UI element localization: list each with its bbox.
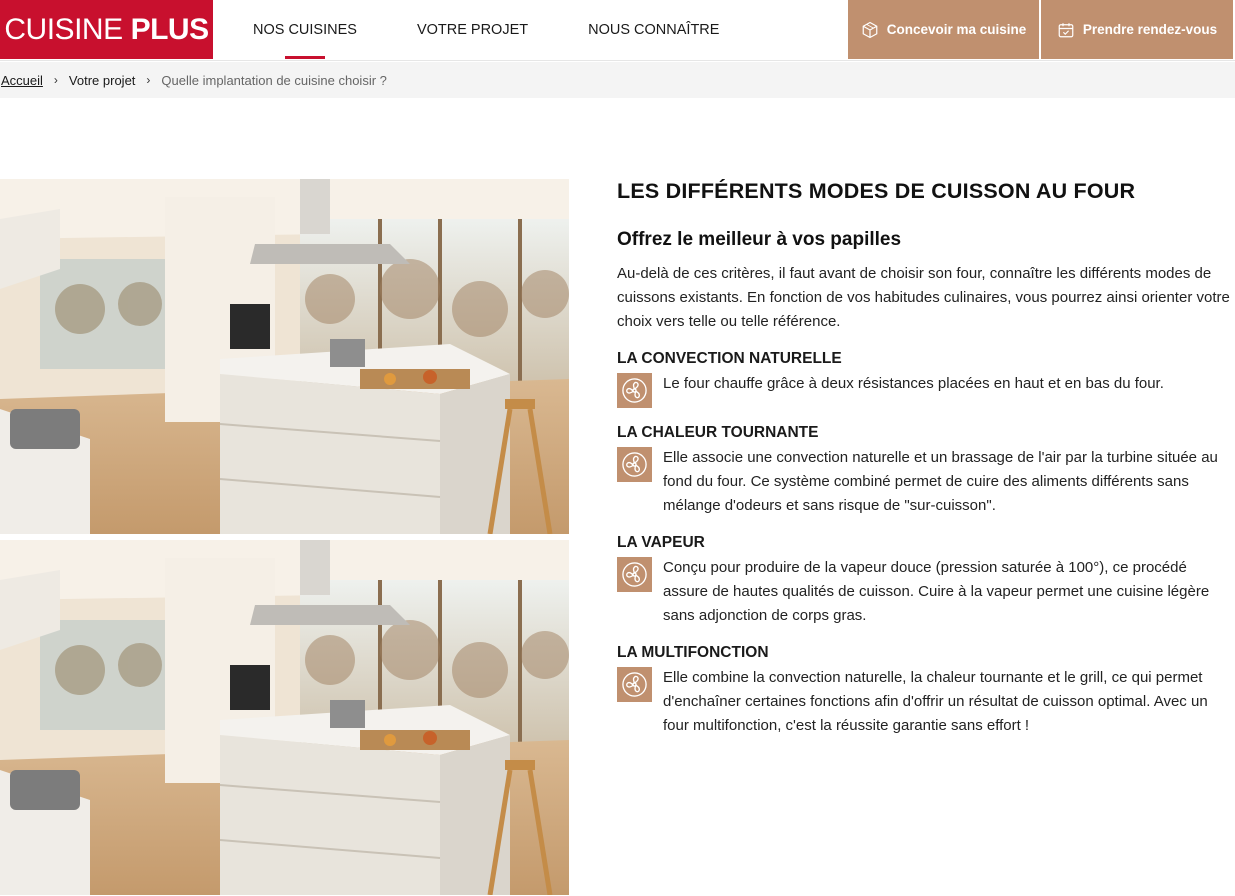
nav-item-votre-projet[interactable]: VOTRE PROJET — [387, 0, 558, 59]
appointment-button[interactable]: Prendre rendez-vous — [1041, 0, 1233, 59]
cooking-mode-description: Elle combine la convection naturelle, la… — [663, 669, 1208, 734]
breadcrumb-current: Quelle implantation de cuisine choisir ? — [161, 72, 387, 88]
cooking-mode-description: Conçu pour produire de la vapeur douce (… — [663, 559, 1210, 624]
cooking-mode-item: LA CHALEUR TOURNANTE Elle associe une co… — [617, 422, 1232, 518]
cooking-mode-description: Elle associe une convection naturelle et… — [663, 449, 1218, 514]
nav-item-nos-cuisines[interactable]: NOS CUISINES — [223, 0, 387, 59]
breadcrumb: Accueil › Votre projet › Quelle implanta… — [0, 62, 1235, 98]
cooking-mode-item: LA VAPEUR Conçu pour produire de la vape… — [617, 532, 1232, 628]
design-kitchen-button[interactable]: Concevoir ma cuisine — [848, 0, 1039, 59]
kitchen-photo — [0, 540, 569, 895]
appointment-label: Prendre rendez-vous — [1082, 22, 1218, 37]
cooking-mode-item: LA MULTIFONCTION Elle combine la convect… — [617, 642, 1232, 738]
nav-item-nous-connaitre[interactable]: NOUS CONNAÎTRE — [558, 0, 749, 59]
cooking-mode-title: LA MULTIFONCTION — [617, 644, 769, 661]
article-content: LES DIFFÉRENTS MODES DE CUISSON AU FOUR … — [617, 178, 1232, 738]
article-subtitle: Offrez le meilleur à vos papilles — [617, 229, 902, 250]
cooking-mode-description: Le four chauffe grâce à deux résistances… — [663, 375, 1164, 392]
fan-icon — [617, 373, 652, 408]
design-kitchen-label: Concevoir ma cuisine — [886, 22, 1027, 37]
cooking-mode-item: LA CONVECTION NATURELLE Le four chauffe … — [617, 348, 1232, 408]
cooking-mode-title: LA VAPEUR — [617, 534, 705, 551]
chevron-right-icon: › — [146, 73, 151, 87]
kitchen-photo — [0, 179, 569, 534]
logo[interactable]: CUISINE PLUS — [0, 0, 213, 59]
logo-text-plus: PLUS — [130, 12, 210, 46]
breadcrumb-parent-link[interactable]: Votre projet — [69, 73, 136, 88]
calendar-icon — [1058, 22, 1074, 37]
cube-icon — [862, 21, 878, 38]
main-nav: NOS CUISINES VOTRE PROJET NOUS CONNAÎTRE — [223, 0, 749, 59]
fan-icon — [617, 447, 652, 482]
site-header: CUISINE PLUS NOS CUISINES VOTRE PROJET N… — [0, 0, 1235, 61]
article-intro: Au-delà de ces critères, il faut avant d… — [617, 265, 1230, 330]
fan-icon — [617, 667, 652, 702]
fan-icon — [617, 557, 652, 592]
cooking-mode-title: LA CONVECTION NATURELLE — [617, 350, 842, 367]
breadcrumb-home-link[interactable]: Accueil — [1, 73, 43, 88]
article-title: LES DIFFÉRENTS MODES DE CUISSON AU FOUR — [617, 179, 1136, 203]
cooking-mode-title: LA CHALEUR TOURNANTE — [617, 424, 819, 441]
chevron-right-icon: › — [53, 73, 58, 87]
logo-text-cuisine: CUISINE — [4, 12, 123, 46]
